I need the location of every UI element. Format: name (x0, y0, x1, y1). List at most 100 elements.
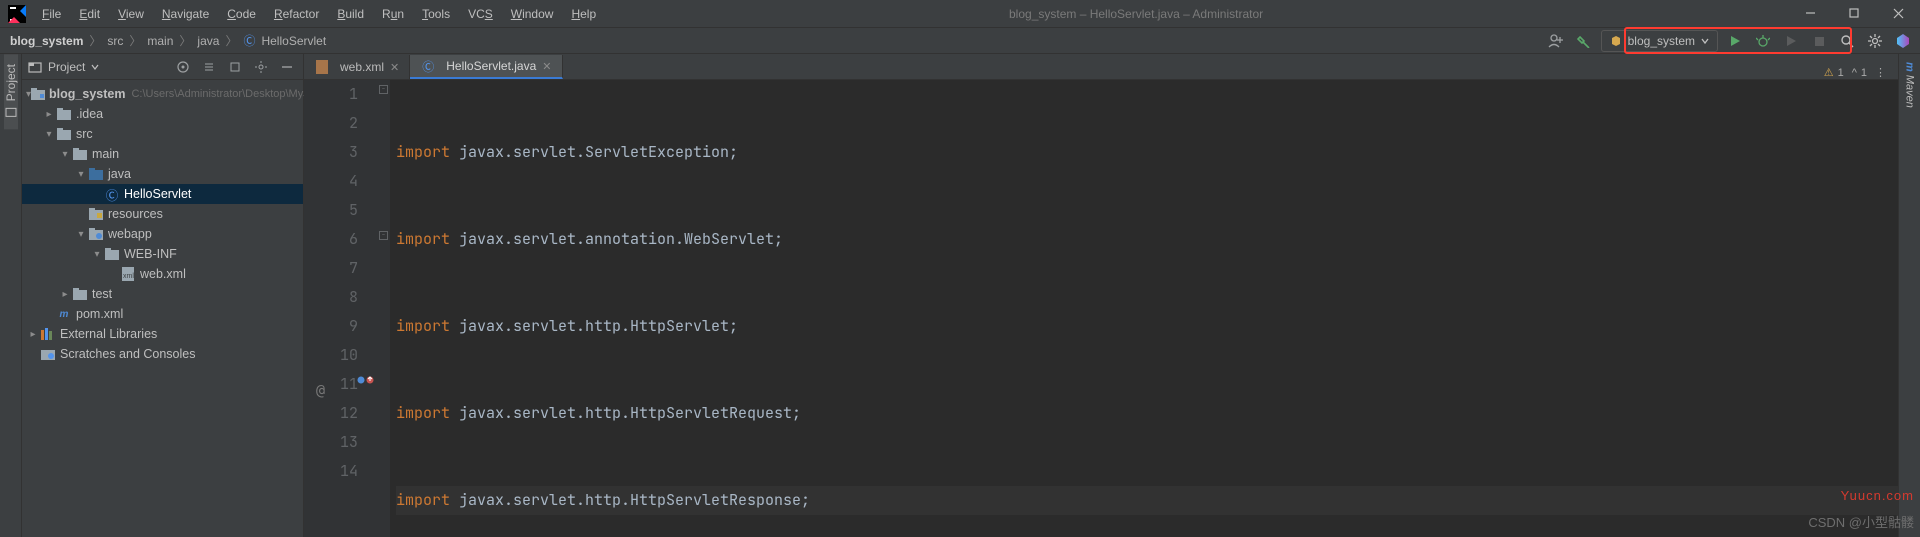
tree-extlib[interactable]: ▸ External Libraries (22, 324, 303, 344)
chevron-down-icon: ▾ (90, 249, 104, 260)
tree-java[interactable]: ▾ java (22, 164, 303, 184)
close-icon[interactable]: ✕ (542, 60, 551, 73)
project-icon (28, 60, 42, 74)
hide-icon[interactable] (277, 57, 297, 77)
fold-toggle[interactable]: − (379, 231, 388, 240)
line-number: 14 (304, 457, 376, 486)
source-folder-icon (88, 166, 104, 182)
tool-tab-maven[interactable]: m Maven (1904, 54, 1916, 116)
tree-resources[interactable]: resources (22, 204, 303, 224)
debug-bug-icon[interactable] (1752, 30, 1774, 52)
tree-test[interactable]: ▸ test (22, 284, 303, 304)
breadcrumbs: blog_system 〉 src 〉 main 〉 java 〉 Ⓒ Hell… (0, 32, 326, 49)
line-number: 1 (304, 80, 376, 109)
chevron-right-icon: ▸ (58, 289, 72, 300)
tree-pom[interactable]: m pom.xml (22, 304, 303, 324)
web-folder-icon (88, 226, 104, 242)
menu-tools[interactable]: Tools (414, 4, 458, 24)
gutter-override-icon[interactable] (357, 376, 374, 384)
crumb-main[interactable]: main (147, 34, 173, 48)
line-number: 9 (304, 312, 376, 341)
line-number: 6 (304, 225, 376, 254)
close-button[interactable] (1876, 0, 1920, 28)
maximize-button[interactable] (1832, 0, 1876, 28)
svg-text:xml: xml (123, 273, 134, 280)
class-icon: Ⓒ (420, 58, 436, 74)
gear-icon[interactable] (251, 57, 271, 77)
add-user-icon[interactable] (1545, 30, 1567, 52)
crumb-class[interactable]: HelloServlet (261, 34, 326, 48)
tree-webinf[interactable]: ▾ WEB-INF (22, 244, 303, 264)
tree-main[interactable]: ▾ main (22, 144, 303, 164)
tool-tab-project[interactable]: Project (4, 54, 18, 129)
chevron-up-icon: ^ (1852, 67, 1857, 79)
menu-refactor[interactable]: Refactor (266, 4, 327, 24)
navbar: blog_system 〉 src 〉 main 〉 java 〉 Ⓒ Hell… (0, 28, 1920, 54)
inspection-widget[interactable]: ⚠1 ^1 ⋮ (1824, 66, 1898, 79)
code-body[interactable]: import javax.servlet.ServletException; i… (390, 80, 1898, 537)
class-icon: Ⓒ (243, 32, 255, 49)
line-number: 3 (304, 138, 376, 167)
tool-tab-project-label: Project (4, 64, 18, 101)
run-play-icon[interactable] (1724, 30, 1746, 52)
run-config-label: blog_system (1628, 34, 1695, 48)
menu-build[interactable]: Build (329, 4, 372, 24)
menu-view[interactable]: View (110, 4, 152, 24)
close-icon[interactable]: ✕ (390, 61, 399, 74)
tree-src[interactable]: ▾ src (22, 124, 303, 144)
build-hammer-icon[interactable] (1573, 30, 1595, 52)
tree-scratches[interactable]: Scratches and Consoles (22, 344, 303, 364)
resources-folder-icon (88, 206, 104, 222)
avatar-icon[interactable] (1892, 30, 1914, 52)
left-tool-stripe: Project (0, 54, 22, 537)
crumb-src[interactable]: src (107, 34, 123, 48)
tab-webxml[interactable]: web.xml ✕ (304, 55, 410, 79)
line-number: 5 (304, 196, 376, 225)
gear-icon[interactable] (1864, 30, 1886, 52)
more-icon[interactable]: ⋮ (1875, 66, 1888, 79)
maven-icon: m (1904, 62, 1916, 72)
code-editor[interactable]: 1 2 3 4 5 6 7 8 9 10 11 12 13 14 − − imp… (304, 80, 1898, 537)
folder-icon (56, 126, 72, 142)
collapse-all-icon[interactable] (225, 57, 245, 77)
watermark-yuucn: Yuucn.com (1841, 488, 1914, 503)
stop-icon[interactable] (1808, 30, 1830, 52)
intellij-logo-icon (6, 3, 28, 25)
tree-webapp[interactable]: ▾ webapp (22, 224, 303, 244)
project-title[interactable]: Project (28, 60, 167, 74)
tree-idea[interactable]: ▸ .idea (22, 104, 303, 124)
tree-helloservlet[interactable]: Ⓒ HelloServlet (22, 184, 303, 204)
crumb-java[interactable]: java (197, 34, 219, 48)
minimize-button[interactable] (1788, 0, 1832, 28)
chevron-right-icon: ▸ (26, 329, 40, 340)
chevron-right-icon: 〉 (225, 32, 237, 49)
search-icon[interactable] (1836, 30, 1858, 52)
select-opened-file-icon[interactable] (173, 57, 193, 77)
line-number: 7 (304, 254, 376, 283)
window-controls (1788, 0, 1920, 28)
hint-count: 1 (1861, 67, 1867, 79)
line-number: 2 (304, 109, 376, 138)
project-icon (5, 107, 17, 119)
tree-webxml[interactable]: xml web.xml (22, 264, 303, 284)
watermark-csdn: CSDN @小型骷髅 (1808, 512, 1914, 531)
menu-navigate[interactable]: Navigate (154, 4, 217, 24)
run-config-dropdown[interactable]: blog_system (1601, 30, 1718, 52)
menu-edit[interactable]: Edit (71, 4, 108, 24)
scratches-icon (40, 346, 56, 362)
fold-toggle[interactable]: − (379, 85, 388, 94)
menu-code[interactable]: Code (219, 4, 264, 24)
folder-icon (72, 286, 88, 302)
tab-helloservlet[interactable]: Ⓒ HelloServlet.java ✕ (410, 55, 562, 79)
crumb-project[interactable]: blog_system (10, 34, 83, 48)
run-with-coverage-icon[interactable] (1780, 30, 1802, 52)
menu-run[interactable]: Run (374, 4, 412, 24)
tool-tab-maven-label: Maven (1904, 75, 1916, 108)
expand-all-icon[interactable] (199, 57, 219, 77)
fold-column: − − (376, 80, 390, 537)
line-number: 13 (304, 428, 376, 457)
tree-root[interactable]: ▾ blog_system C:\Users\Administrator\Des… (22, 84, 303, 104)
xml-file-icon (314, 59, 330, 75)
menu-file[interactable]: File (34, 4, 69, 24)
maven-icon: m (56, 306, 72, 322)
